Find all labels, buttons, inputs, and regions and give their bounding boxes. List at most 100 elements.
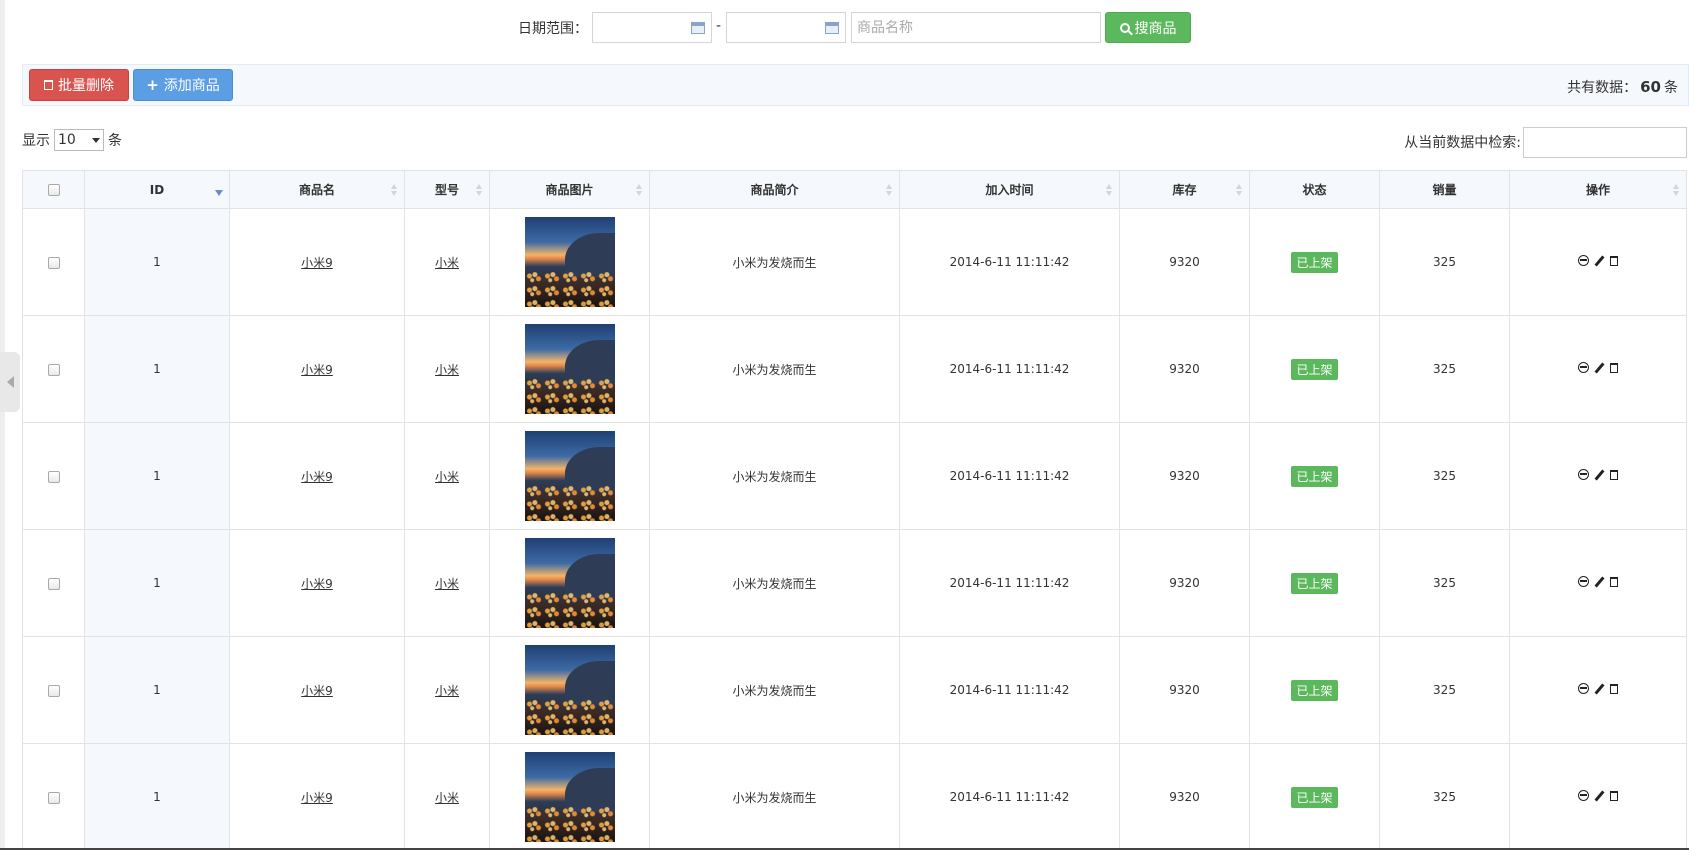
row-checkbox[interactable] (47, 684, 60, 697)
cell-name: 小米9 (229, 636, 405, 744)
product-model-link[interactable]: 小米 (435, 363, 459, 377)
cell-id: 1 (84, 636, 230, 744)
product-name-input[interactable] (851, 12, 1101, 43)
product-thumbnail[interactable] (524, 538, 615, 628)
row-checkbox[interactable] (47, 791, 60, 804)
header-ops[interactable]: 操作 (1509, 170, 1687, 209)
disable-icon[interactable] (1578, 255, 1589, 267)
row-select[interactable] (22, 208, 85, 316)
product-model-link[interactable]: 小米 (435, 256, 459, 270)
edit-icon[interactable] (1594, 362, 1605, 374)
date-end-input[interactable] (726, 12, 846, 43)
header-time[interactable]: 加入时间 (899, 170, 1120, 209)
header-desc[interactable]: 商品简介 (649, 170, 900, 209)
disable-icon[interactable] (1578, 683, 1589, 695)
batch-delete-label: 批量删除 (58, 78, 114, 94)
search-button[interactable]: 搜商品 (1105, 12, 1191, 43)
product-thumbnail[interactable] (524, 645, 615, 735)
product-thumbnail[interactable] (524, 752, 615, 842)
table-row: 1 小米9 小米 小米为发烧而生 2014-6-11 11:11:42 9320… (22, 422, 1687, 530)
product-name-link[interactable]: 小米9 (301, 256, 333, 270)
sort-icon (1106, 184, 1113, 196)
cell-sales: 325 (1379, 529, 1510, 637)
header-name[interactable]: 商品名 (229, 170, 405, 209)
cell-status: 已上架 (1249, 636, 1380, 744)
product-name-link[interactable]: 小米9 (301, 470, 333, 484)
cell-ops (1509, 315, 1687, 423)
header-model[interactable]: 型号 (404, 170, 490, 209)
row-select[interactable] (22, 529, 85, 637)
delete-icon[interactable] (1610, 790, 1618, 801)
header-stock[interactable]: 库存 (1119, 170, 1250, 209)
row-checkbox[interactable] (47, 470, 60, 483)
calendar-icon[interactable] (825, 22, 839, 34)
product-name-link[interactable]: 小米9 (301, 791, 333, 805)
calendar-icon[interactable] (691, 22, 705, 34)
cell-model: 小米 (404, 636, 490, 744)
product-name-link[interactable]: 小米9 (301, 684, 333, 698)
date-start-input[interactable] (592, 12, 712, 43)
select-all-checkbox[interactable] (47, 184, 60, 196)
row-select[interactable] (22, 636, 85, 744)
header-id[interactable]: ID (84, 170, 230, 209)
batch-delete-button[interactable]: 批量删除 (29, 69, 129, 101)
cell-name: 小米9 (229, 529, 405, 637)
add-product-button[interactable]: + 添加商品 (133, 69, 233, 101)
page-length-select[interactable]: 10 (54, 129, 104, 151)
status-badge: 已上架 (1291, 358, 1338, 380)
header-ops-label: 操作 (1585, 183, 1610, 197)
product-thumbnail[interactable] (524, 217, 615, 307)
delete-icon[interactable] (1610, 362, 1618, 373)
cell-ops (1509, 529, 1687, 637)
product-model-link[interactable]: 小米 (435, 684, 459, 698)
action-toolbar: 批量删除 + 添加商品 共有数据： 60 条 (22, 64, 1689, 106)
row-select[interactable] (22, 743, 85, 850)
search-bar: 日期范围： - 搜商品 (0, 12, 1689, 44)
table-row: 1 小米9 小米 小米为发烧而生 2014-6-11 11:11:42 9320… (22, 315, 1687, 423)
product-model-link[interactable]: 小米 (435, 791, 459, 805)
row-checkbox[interactable] (47, 577, 60, 590)
edit-icon[interactable] (1594, 683, 1605, 695)
delete-icon[interactable] (1610, 255, 1618, 266)
row-select[interactable] (22, 422, 85, 530)
sidebar-toggle[interactable] (0, 352, 20, 412)
row-select[interactable] (22, 315, 85, 423)
delete-icon[interactable] (1610, 469, 1618, 480)
cell-image (489, 422, 650, 530)
sort-icon (886, 184, 893, 196)
delete-icon[interactable] (1610, 683, 1618, 694)
header-status-label: 状态 (1302, 183, 1327, 197)
disable-icon[interactable] (1578, 576, 1589, 588)
disable-icon[interactable] (1578, 469, 1589, 481)
edit-icon[interactable] (1594, 255, 1605, 267)
delete-icon[interactable] (1610, 576, 1618, 587)
plus-icon: + (146, 75, 159, 94)
filter-label: 从当前数据中检索: (1404, 135, 1521, 151)
cell-sales: 325 (1379, 636, 1510, 744)
cell-image (489, 208, 650, 316)
product-thumbnail[interactable] (524, 431, 615, 521)
product-thumbnail[interactable] (524, 324, 615, 414)
cell-stock: 9320 (1119, 529, 1250, 637)
disable-icon[interactable] (1578, 790, 1589, 802)
edit-icon[interactable] (1594, 790, 1605, 802)
row-checkbox[interactable] (47, 363, 60, 376)
edit-icon[interactable] (1594, 576, 1605, 588)
header-image[interactable]: 商品图片 (489, 170, 650, 209)
edit-icon[interactable] (1594, 469, 1605, 481)
sort-icon (636, 184, 643, 196)
header-select-all[interactable] (22, 170, 85, 209)
table-filter: 从当前数据中检索: (1404, 126, 1687, 158)
disable-icon[interactable] (1578, 362, 1589, 374)
page-length-control: 显示 10 条 (22, 128, 122, 152)
product-model-link[interactable]: 小米 (435, 470, 459, 484)
trash-icon (44, 80, 53, 90)
row-checkbox[interactable] (47, 256, 60, 269)
total-prefix: 共有数据： (1567, 80, 1638, 96)
product-name-link[interactable]: 小米9 (301, 363, 333, 377)
status-badge: 已上架 (1291, 679, 1338, 701)
product-model-link[interactable]: 小米 (435, 577, 459, 591)
filter-input[interactable] (1523, 126, 1687, 158)
cell-name: 小米9 (229, 422, 405, 530)
product-name-link[interactable]: 小米9 (301, 577, 333, 591)
